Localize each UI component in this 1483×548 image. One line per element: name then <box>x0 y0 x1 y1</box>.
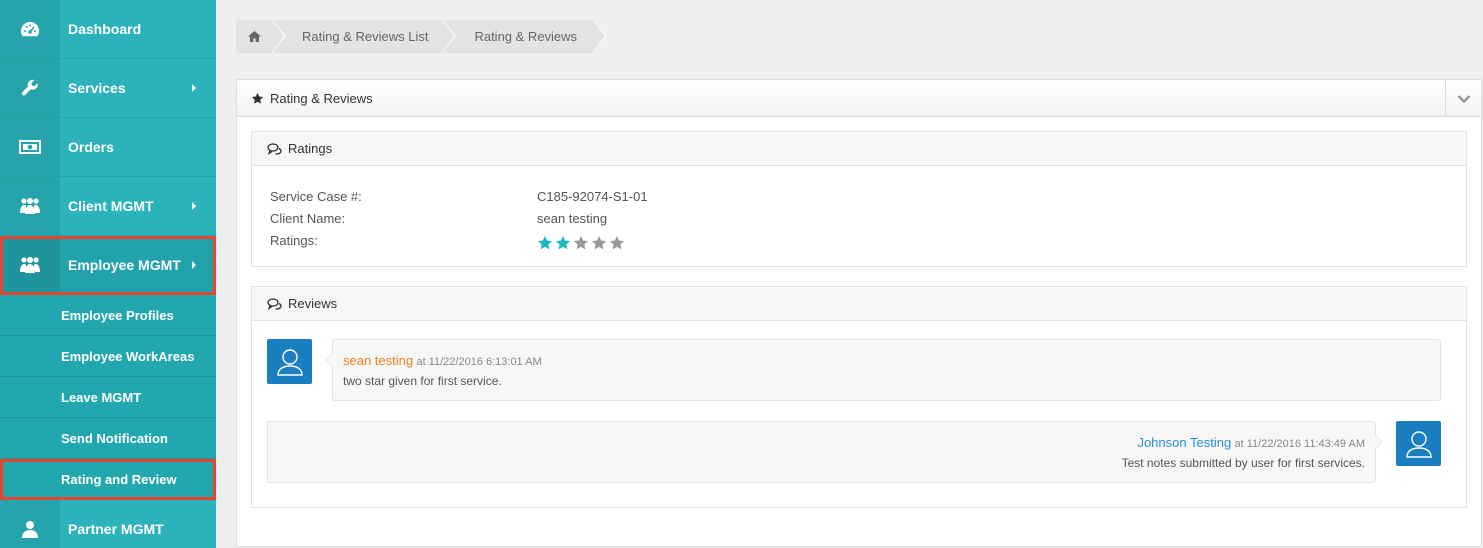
sidebar-item-label: Orders <box>68 139 114 155</box>
dashboard-icon <box>0 0 60 58</box>
reviews-title: Reviews <box>288 296 338 311</box>
submenu-item-employee-profiles[interactable]: Employee Profiles <box>0 295 216 336</box>
star-empty-icon <box>609 235 625 251</box>
user-icon <box>0 500 60 548</box>
rating-reviews-panel: Rating & Reviews Ratings Service Case #:… <box>236 79 1482 547</box>
sidebar-item-label: Dashboard <box>68 21 142 37</box>
sidebar-item-label: Client MGMT <box>68 198 154 214</box>
review-timestamp: at 11/22/2016 11:43:49 AM <box>1234 438 1365 450</box>
star-empty-icon <box>573 235 589 251</box>
sidebar-item-label: Partner MGMT <box>68 521 164 537</box>
sidebar: Dashboard Services Orders Client MGMT Em… <box>0 0 216 548</box>
review-text: two star given for first service. <box>343 374 502 388</box>
caret-right-icon <box>192 202 196 210</box>
panel-collapse-button[interactable] <box>1445 80 1481 117</box>
client-name-value: sean testing <box>537 211 608 226</box>
submenu-item-employee-workareas[interactable]: Employee WorkAreas <box>0 336 216 377</box>
ratings-label: Ratings: <box>270 233 318 248</box>
bubble-arrow <box>1375 434 1383 450</box>
review-author[interactable]: sean testing <box>343 353 413 368</box>
sidebar-item-client-mgmt[interactable]: Client MGMT <box>0 177 216 236</box>
star-filled-icon <box>555 235 571 251</box>
star-rating <box>537 235 625 251</box>
star-icon <box>251 92 264 105</box>
users-icon <box>0 236 60 294</box>
caret-right-icon <box>192 261 196 269</box>
review-text: Test notes submitted by user for first s… <box>1121 456 1365 470</box>
wrench-icon <box>0 59 60 117</box>
comments-icon <box>267 297 282 310</box>
service-case-value: C185-92074-S1-01 <box>537 189 648 204</box>
employee-submenu: Employee Profiles Employee WorkAreas Lea… <box>0 295 216 500</box>
users-icon <box>0 177 60 235</box>
service-case-label: Service Case #: <box>270 189 362 204</box>
bubble-arrow <box>325 352 333 368</box>
submenu-item-send-notification[interactable]: Send Notification <box>0 418 216 459</box>
comments-icon <box>267 142 282 155</box>
breadcrumb-item-rating-reviews-list[interactable]: Rating & Reviews List <box>274 20 457 53</box>
ratings-title: Ratings <box>288 141 333 156</box>
review-bubble: Johnson Testing at 11/22/2016 11:43:49 A… <box>267 421 1383 483</box>
breadcrumb: Rating & Reviews List Rating & Reviews <box>236 20 607 53</box>
submenu-item-leave-mgmt[interactable]: Leave MGMT <box>0 377 216 418</box>
avatar <box>267 339 312 384</box>
reviews-header: Reviews <box>252 287 1466 321</box>
submenu-item-rating-and-review[interactable]: Rating and Review <box>0 459 216 500</box>
review-timestamp: at 11/22/2016 6:13:01 AM <box>416 356 542 368</box>
star-empty-icon <box>591 235 607 251</box>
home-icon <box>247 31 261 42</box>
review-bubble: sean testing at 11/22/2016 6:13:01 AM tw… <box>325 339 1441 401</box>
chevron-down-icon <box>1457 94 1471 104</box>
caret-right-icon <box>192 84 196 92</box>
user-outline-icon <box>1405 430 1432 458</box>
sidebar-item-label: Employee MGMT <box>68 257 181 273</box>
breadcrumb-item-rating-reviews: Rating & Reviews <box>444 20 607 53</box>
ratings-box: Ratings Service Case #: C185-92074-S1-01… <box>251 131 1467 267</box>
sidebar-item-dashboard[interactable]: Dashboard <box>0 0 216 59</box>
money-icon <box>0 118 60 176</box>
avatar <box>1396 421 1441 466</box>
sidebar-item-orders[interactable]: Orders <box>0 118 216 177</box>
reviews-box: Reviews sean testing at 11/22/2016 6:13:… <box>251 286 1467 508</box>
review-author[interactable]: Johnson Testing <box>1137 435 1231 450</box>
client-name-label: Client Name: <box>270 211 346 226</box>
breadcrumb-home[interactable] <box>236 20 286 53</box>
panel-header: Rating & Reviews <box>237 80 1481 117</box>
user-outline-icon <box>276 348 303 376</box>
sidebar-item-services[interactable]: Services <box>0 59 216 118</box>
ratings-header: Ratings <box>252 132 1466 166</box>
sidebar-item-label: Services <box>68 80 126 96</box>
panel-title: Rating & Reviews <box>270 90 373 106</box>
sidebar-item-employee-mgmt[interactable]: Employee MGMT <box>0 236 216 295</box>
sidebar-item-partner-mgmt[interactable]: Partner MGMT <box>0 500 216 548</box>
star-filled-icon <box>537 235 553 251</box>
